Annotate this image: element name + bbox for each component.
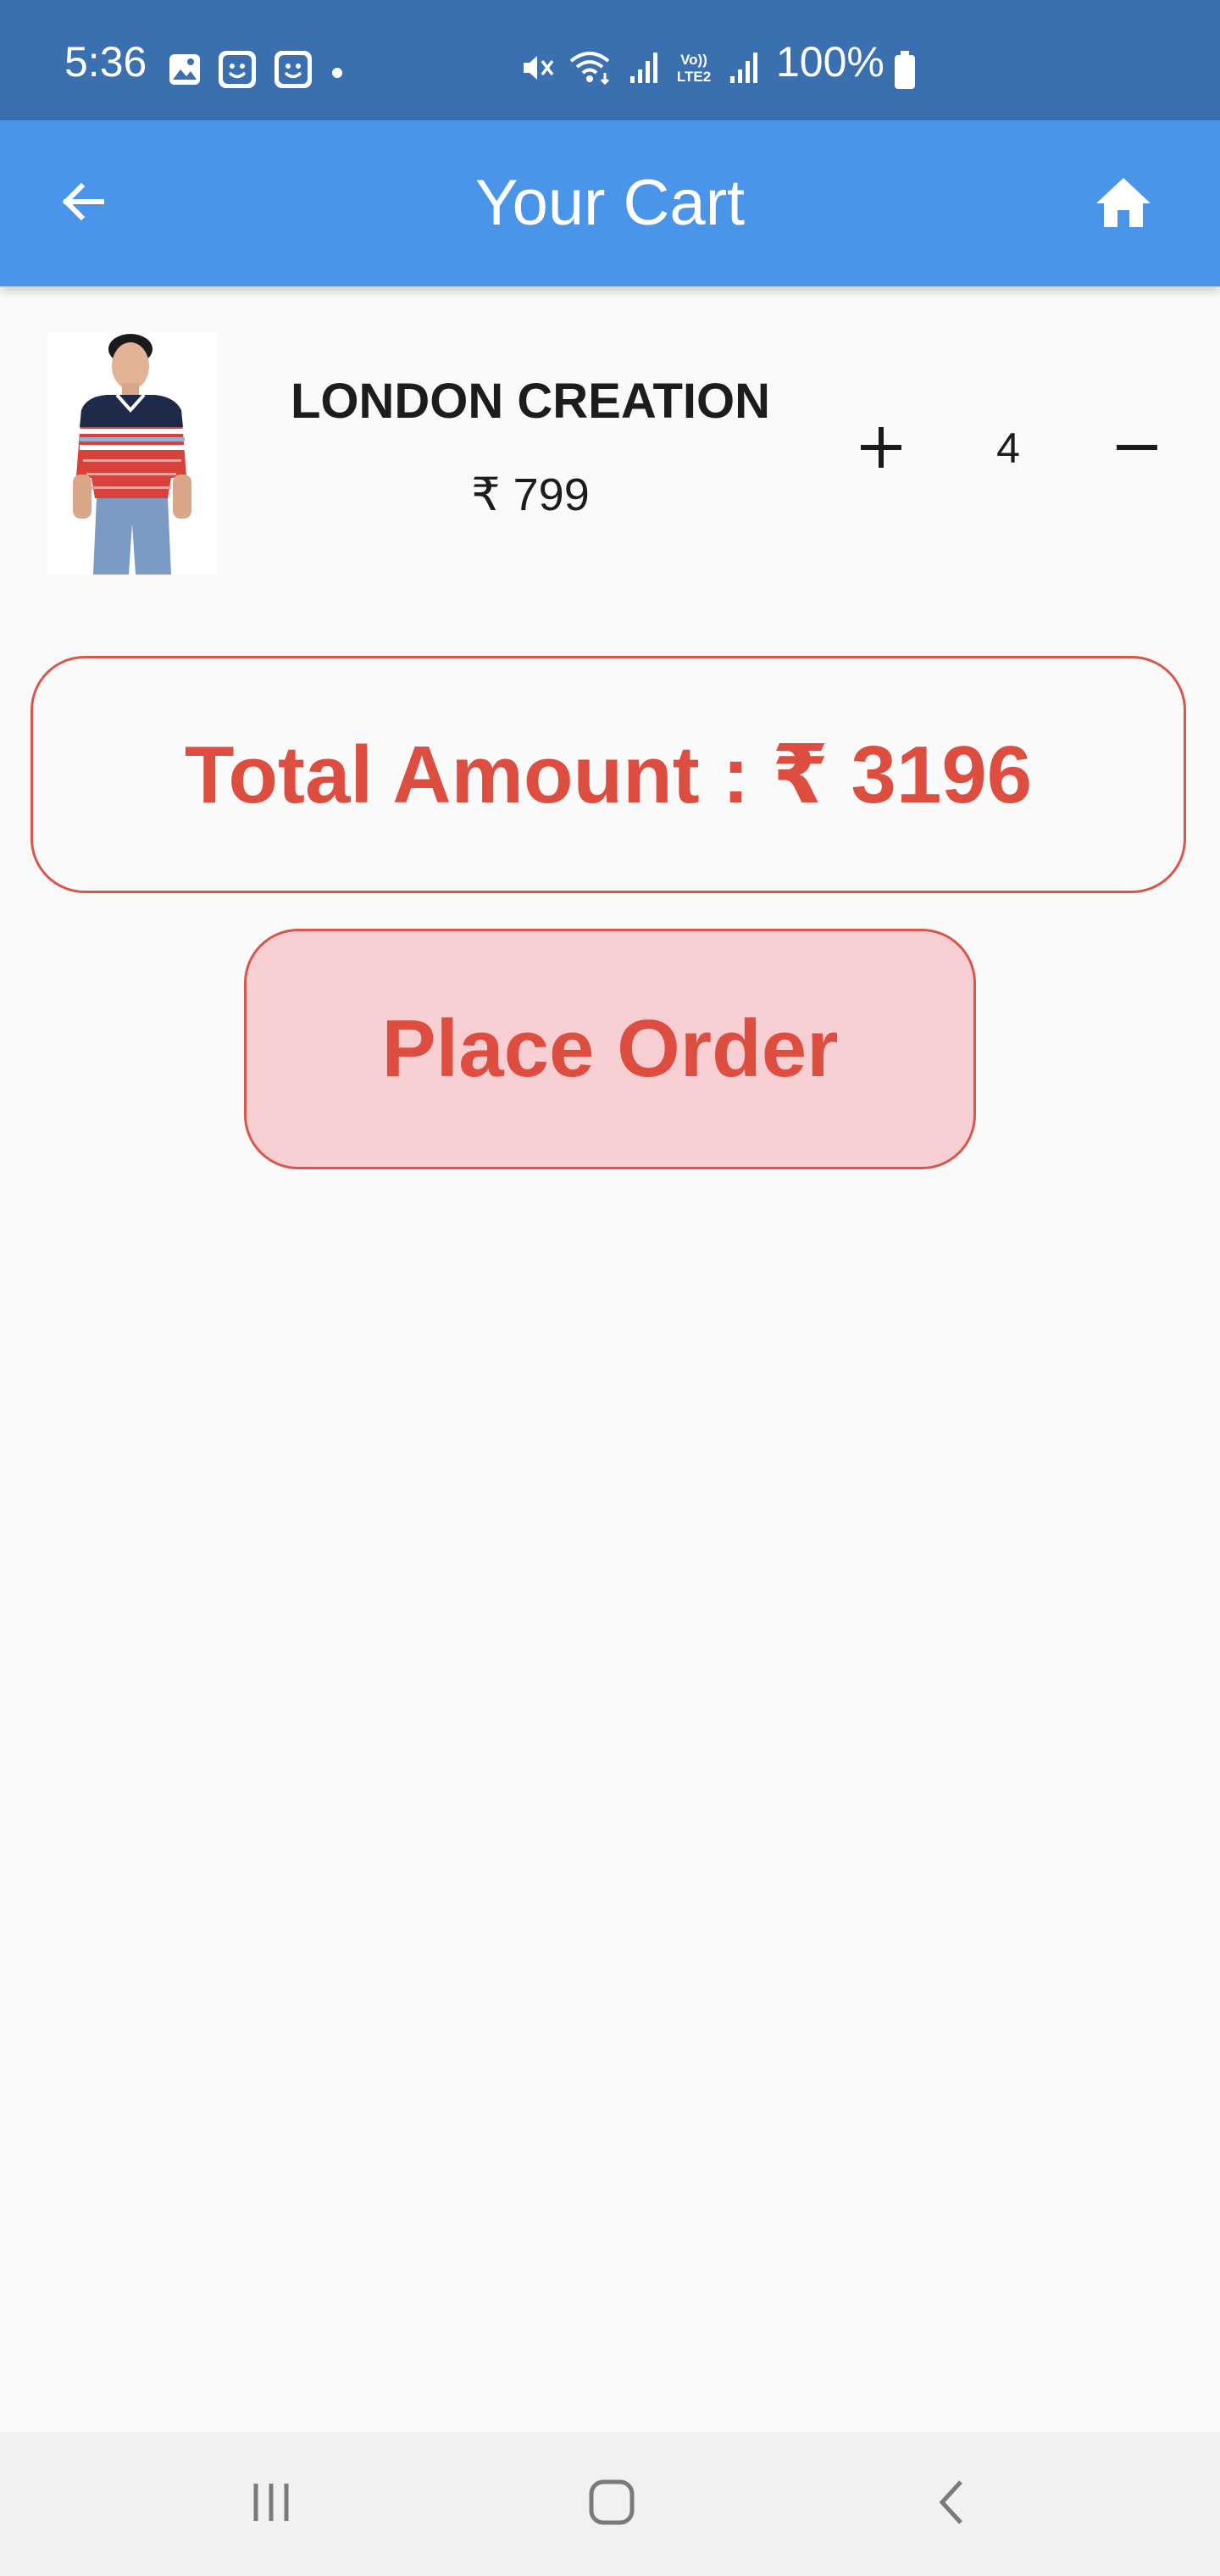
home-nav-icon — [586, 2477, 637, 2532]
battery-icon — [893, 51, 917, 94]
battery-percent: 100% — [776, 38, 884, 86]
arrow-back-icon — [56, 175, 110, 233]
home-button[interactable] — [1083, 163, 1164, 244]
status-bar: 5:36 Vo)) LTE2 100% — [0, 0, 1220, 120]
svg-text:LTE2: LTE2 — [677, 69, 711, 85]
quantity-value: 4 — [996, 425, 1020, 472]
system-nav-bar — [0, 2432, 1220, 2576]
product-image — [47, 332, 217, 575]
decrease-quantity-button[interactable] — [1103, 415, 1171, 483]
mute-icon — [518, 49, 556, 86]
recent-apps-button[interactable] — [203, 2432, 339, 2576]
minus-icon — [1113, 424, 1161, 475]
increase-quantity-button[interactable] — [847, 415, 915, 483]
home-nav-button[interactable] — [544, 2432, 679, 2576]
place-order-button[interactable]: Place Order — [244, 929, 976, 1169]
status-time: 5:36 — [64, 38, 147, 86]
face-icon — [217, 49, 258, 90]
product-price: ₹ 799 — [471, 469, 590, 520]
back-button[interactable] — [42, 163, 124, 244]
volte-icon: Vo)) LTE2 — [673, 49, 715, 86]
svg-text:Vo)): Vo)) — [680, 52, 707, 68]
gallery-icon — [168, 53, 202, 86]
wifi-icon — [568, 49, 615, 86]
back-nav-icon — [927, 2477, 978, 2532]
page-title: Your Cart — [474, 167, 746, 239]
app-bar: Your Cart — [0, 120, 1220, 286]
cart-item: LONDON CREATION ₹ 799 4 — [0, 330, 1220, 576]
home-icon — [1093, 171, 1154, 236]
plus-icon — [857, 424, 905, 475]
dot-icon — [329, 53, 346, 86]
signal-icon — [627, 49, 661, 86]
recent-apps-icon — [246, 2477, 297, 2532]
product-name: LONDON CREATION — [290, 374, 770, 429]
status-notification-icons — [168, 49, 346, 90]
status-system-icons: Vo)) LTE2 — [518, 49, 761, 86]
face-icon — [273, 49, 313, 90]
total-amount: Total Amount : ₹ 3196 — [30, 656, 1186, 893]
signal-icon — [727, 49, 761, 86]
back-nav-button[interactable] — [884, 2432, 1020, 2576]
